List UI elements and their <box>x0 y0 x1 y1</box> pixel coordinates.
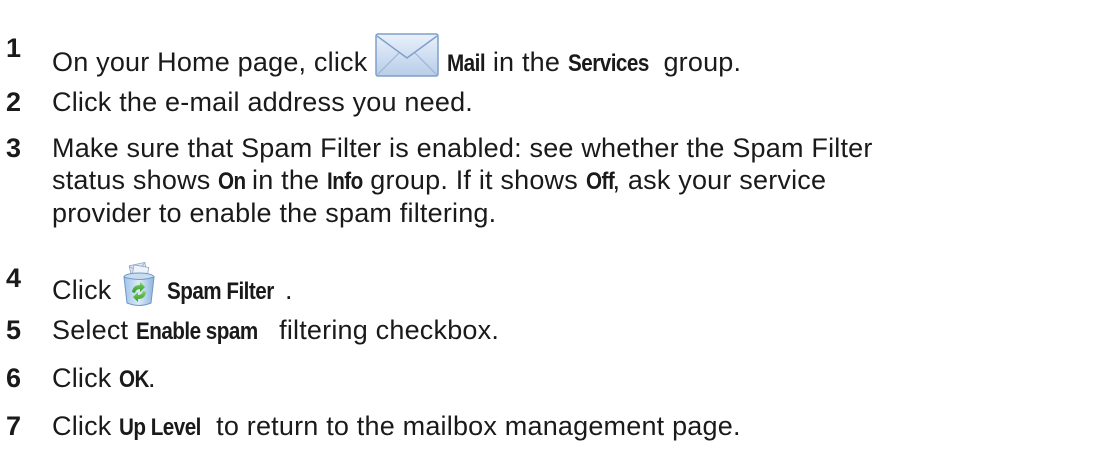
step-number: 4 <box>6 263 22 293</box>
step-text-segment: to return to the mailbox management page… <box>208 411 741 441</box>
step-text: Click the e-mail address you need. <box>52 86 473 118</box>
step-text-segment: in the <box>244 165 327 195</box>
step-text-segment: Click the e-mail address you need. <box>52 87 474 117</box>
envelope-icon <box>375 32 439 78</box>
step-text: Select Enable spam filtering checkbox. <box>52 314 499 348</box>
step-number: 1 <box>6 33 22 63</box>
step-text-segment: Click <box>52 275 120 305</box>
step-text: Click OK. <box>52 362 156 396</box>
step-text-segment: Make sure that Spam Filter is enabled: s… <box>52 133 873 163</box>
up-level-label: Up Level <box>119 414 202 441</box>
step-number: 3 <box>6 133 22 163</box>
step-number: 2 <box>6 87 22 117</box>
step-text-segment: filtering checkbox. <box>271 315 500 345</box>
step-text-segment: Select <box>52 315 136 345</box>
step-number: 5 <box>6 315 22 345</box>
step-text-segment: in the <box>485 47 568 77</box>
step-text-segment: group. <box>655 47 742 77</box>
step-text: provider to enable the spam filtering. <box>52 197 496 229</box>
step-text-segment: On your Home page, click <box>52 47 376 77</box>
step-text-segment: Click <box>52 363 120 393</box>
step-number: 7 <box>6 411 22 441</box>
step-text: On your Home page, click Mail in the Ser… <box>52 32 741 80</box>
off-label: Off <box>585 168 615 195</box>
step-text-segment: status shows <box>52 165 219 195</box>
step-text-segment: provider to enable the spam filtering. <box>52 198 497 228</box>
step-text-segment: group. If it shows <box>362 165 586 195</box>
step-text: Click Spam Filter . <box>52 261 293 308</box>
on-label: On <box>218 168 246 195</box>
recycle-bin-icon <box>119 261 159 308</box>
mail-label: Mail <box>446 50 486 77</box>
spam-filter-label: Spam Filter <box>166 278 274 305</box>
info-label: Info <box>326 168 363 195</box>
step-text: status shows On in the Info group. If it… <box>52 164 826 198</box>
enable-spam-label: Enable spam <box>135 318 258 345</box>
services-label: Services <box>567 50 649 77</box>
step-text-segment: . <box>285 275 293 305</box>
step-text-segment: Click <box>52 411 120 441</box>
step-text-segment: . <box>148 363 156 393</box>
step-text: Click Up Level to return to the mailbox … <box>52 410 741 444</box>
step-text: Make sure that Spam Filter is enabled: s… <box>52 132 873 164</box>
step-text-segment: , ask your service <box>612 165 827 195</box>
ok-label: OK <box>119 366 150 393</box>
step-number: 6 <box>6 363 22 393</box>
